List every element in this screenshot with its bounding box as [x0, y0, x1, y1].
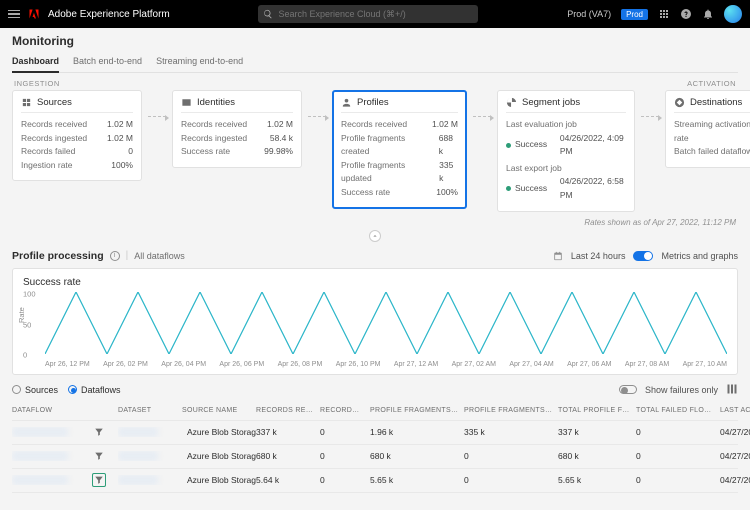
range-label[interactable]: Last 24 hours [571, 251, 626, 261]
toggle-label: Metrics and graphs [661, 251, 738, 261]
help-icon[interactable] [680, 8, 692, 20]
calendar-icon[interactable] [553, 251, 563, 261]
info-icon[interactable]: i [110, 251, 120, 261]
dataflows-table: DATAFLOW DATASET SOURCE NAME RECORDS REC… [12, 401, 738, 493]
page-tabs: Dashboard Batch end-to-end Streaming end… [12, 52, 738, 73]
tab-streaming[interactable]: Streaming end-to-end [156, 52, 243, 72]
filter-icon[interactable] [92, 473, 106, 487]
chart-line [45, 292, 727, 354]
segment-icon [506, 97, 517, 108]
bell-icon[interactable] [702, 8, 714, 20]
metrics-toggle[interactable] [633, 251, 653, 261]
redacted-dataflow [12, 451, 68, 461]
global-search[interactable] [258, 5, 478, 23]
failures-label: Show failures only [645, 385, 718, 395]
section-title: Profile processing [12, 250, 104, 262]
profile-processing-header: Profile processing i | All dataflows Las… [12, 248, 738, 268]
env-label: Prod (VA7) [567, 9, 611, 19]
summary-cards: Sources Records received1.02 M Records i… [12, 90, 738, 212]
filter-icon[interactable] [92, 449, 106, 463]
adobe-logo [28, 8, 40, 20]
status-dot-success [506, 186, 511, 191]
identities-icon [181, 97, 192, 108]
table-row[interactable]: Azure Blob Storage 337 k 0 1.96 k 335 k … [12, 421, 738, 445]
tab-batch[interactable]: Batch end-to-end [73, 52, 142, 72]
redacted-dataset [118, 475, 158, 485]
card-destinations[interactable]: Destinations Streaming activation rate30… [665, 90, 750, 168]
all-dataflows-link[interactable]: All dataflows [134, 251, 185, 261]
card-identities[interactable]: Identities Records received1.02 M Record… [172, 90, 302, 168]
section-activation: ACTIVATION [687, 79, 736, 88]
tab-dashboard[interactable]: Dashboard [12, 52, 59, 73]
section-ingestion: INGESTION [14, 79, 60, 88]
card-title: Identities [197, 97, 235, 108]
avatar[interactable] [724, 5, 742, 23]
product-name: Adobe Experience Platform [48, 9, 170, 20]
card-segment-jobs[interactable]: Segment jobs Last evaluation job Success… [497, 90, 635, 212]
column-settings-icon[interactable] [726, 383, 738, 397]
global-header: Adobe Experience Platform Prod (VA7) Pro… [0, 0, 750, 28]
card-title: Sources [37, 97, 72, 108]
redacted-dataset [118, 451, 158, 461]
status-dot-success [506, 143, 511, 148]
radio-sources[interactable]: Sources [12, 385, 58, 395]
flow-arrow [641, 116, 659, 117]
sources-icon [21, 97, 32, 108]
redacted-dataflow [12, 475, 68, 485]
card-title: Profiles [357, 97, 389, 108]
card-title: Segment jobs [522, 97, 580, 108]
page-title: Monitoring [12, 34, 738, 48]
table-row[interactable]: Azure Blob Storage 5.64 k 0 5.65 k 0 5.6… [12, 469, 738, 493]
radio-dataflows[interactable]: Dataflows [68, 385, 121, 395]
chart-xticks: Apr 26, 12 PMApr 26, 02 PMApr 26, 04 PMA… [45, 361, 727, 368]
card-profiles[interactable]: Profiles Records received1.02 M Profile … [332, 90, 467, 209]
table-header: DATAFLOW DATASET SOURCE NAME RECORDS REC… [12, 401, 738, 421]
rates-timestamp: Rates shown as of Apr 27, 2022, 11:12 PM [14, 218, 736, 227]
search-input[interactable] [258, 5, 478, 23]
redacted-dataset [118, 427, 158, 437]
menu-icon[interactable] [8, 10, 20, 19]
card-sources[interactable]: Sources Records received1.02 M Records i… [12, 90, 142, 181]
flow-arrow [308, 116, 326, 117]
chart-title: Success rate [23, 277, 727, 288]
profiles-icon [341, 97, 352, 108]
card-title: Destinations [690, 97, 742, 108]
redacted-dataflow [12, 427, 68, 437]
success-rate-chart: Success rate Rate 100 50 0 Apr 26, 12 PM… [12, 268, 738, 375]
table-row[interactable]: Azure Blob Storage 680 k 0 680 k 0 680 k… [12, 445, 738, 469]
collapse-icon[interactable] [369, 230, 381, 242]
filter-row: Sources Dataflows Show failures only [12, 383, 738, 397]
destinations-icon [674, 97, 685, 108]
env-badge[interactable]: Prod [621, 9, 648, 20]
flow-arrow [473, 116, 491, 117]
filter-icon[interactable] [92, 425, 106, 439]
failures-toggle[interactable] [619, 385, 637, 394]
flow-arrow [148, 116, 166, 117]
apps-icon[interactable] [658, 8, 670, 20]
